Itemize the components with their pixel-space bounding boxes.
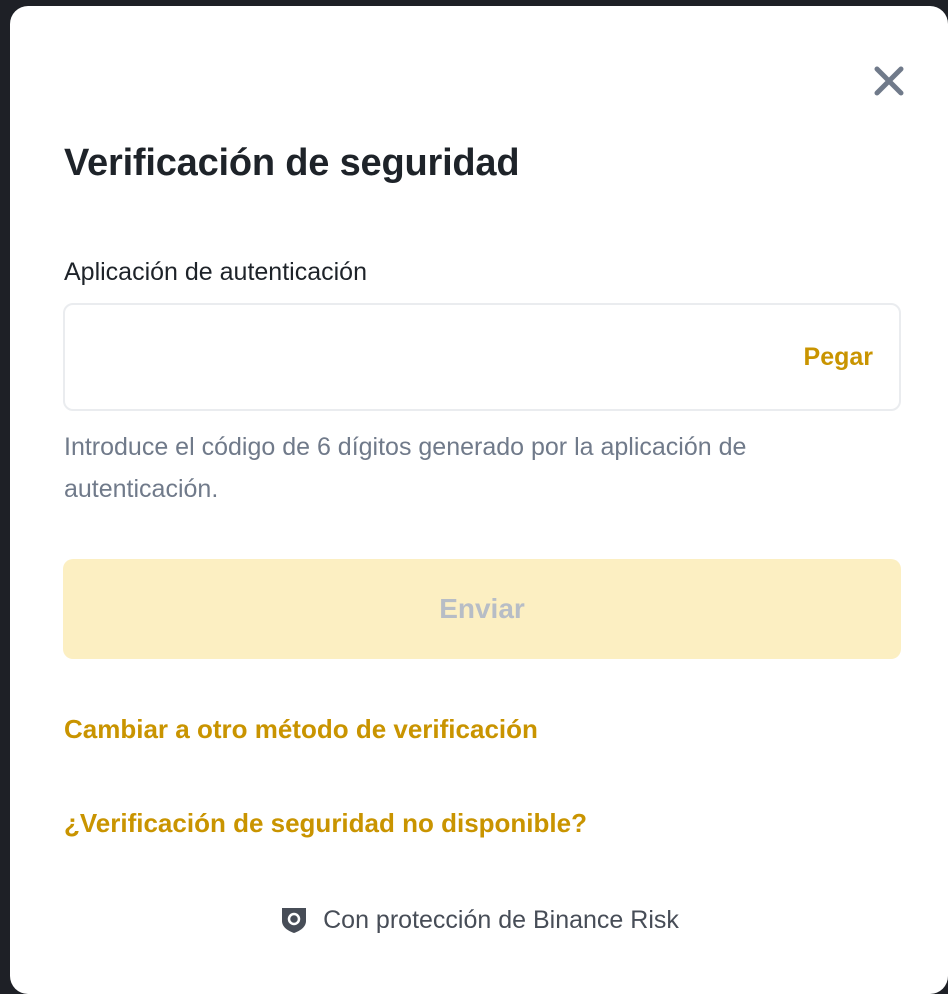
- paste-button[interactable]: Pegar: [804, 343, 873, 372]
- verification-unavailable-link[interactable]: ¿Verificación de seguridad no disponible…: [64, 808, 587, 839]
- submit-button[interactable]: Enviar: [63, 559, 901, 659]
- switch-verification-method-link[interactable]: Cambiar a otro método de verificación: [64, 714, 538, 745]
- authenticator-field-label: Aplicación de autenticación: [64, 258, 367, 286]
- authenticator-hint: Introduce el código de 6 dígitos generad…: [64, 433, 747, 503]
- modal-title: Verificación de seguridad: [64, 142, 520, 184]
- close-button[interactable]: [864, 56, 914, 106]
- authenticator-code-field: Pegar: [63, 303, 901, 411]
- protection-footer: Con protección de Binance Risk: [10, 905, 948, 935]
- security-verification-modal: Verificación de seguridad Aplicación de …: [10, 6, 948, 994]
- protection-text: Con protección de Binance Risk: [323, 905, 679, 934]
- close-icon: [874, 66, 904, 96]
- shield-icon: [279, 905, 309, 935]
- authenticator-code-input[interactable]: [65, 305, 804, 409]
